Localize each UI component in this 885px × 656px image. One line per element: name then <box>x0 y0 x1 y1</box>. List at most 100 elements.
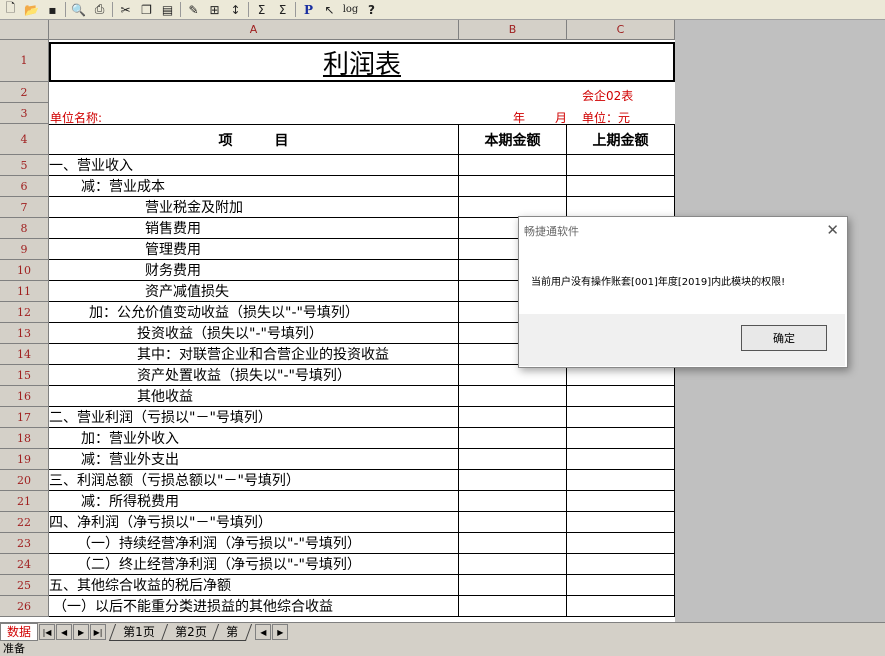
current-amount-cell[interactable] <box>459 197 567 218</box>
current-amount-cell[interactable] <box>459 554 567 575</box>
current-amount-cell[interactable] <box>459 428 567 449</box>
row-header[interactable]: 13 <box>0 323 49 344</box>
column-header-c[interactable]: C <box>567 20 675 40</box>
sheet-tab-3[interactable]: 第 <box>212 623 253 641</box>
item-cell[interactable]: 减：所得税费用 <box>49 491 459 512</box>
format-icon[interactable]: ✎ <box>183 1 204 18</box>
previous-amount-cell[interactable] <box>567 575 675 596</box>
item-cell[interactable]: 其中：对联营企业和合营企业的投资收益 <box>49 344 459 365</box>
row-header[interactable]: 20 <box>0 470 49 491</box>
open-folder-icon[interactable]: 📂 <box>21 1 42 18</box>
row-header[interactable]: 6 <box>0 176 49 197</box>
current-amount-cell[interactable] <box>459 596 567 617</box>
log-icon[interactable]: log <box>340 1 361 18</box>
item-cell[interactable]: 资产处置收益（损失以"-"号填列） <box>49 365 459 386</box>
row-header[interactable]: 9 <box>0 239 49 260</box>
item-cell[interactable]: 减：营业外支出 <box>49 449 459 470</box>
row-header[interactable]: 19 <box>0 449 49 470</box>
select-all-corner[interactable] <box>0 20 49 40</box>
cursor-icon[interactable]: ↖ <box>319 1 340 18</box>
item-cell[interactable]: 三、利润总额（亏损总额以"－"号填列） <box>49 470 459 491</box>
row-header[interactable]: 26 <box>0 596 49 617</box>
current-amount-cell[interactable] <box>459 470 567 491</box>
row-header[interactable]: 1 <box>0 40 49 82</box>
item-cell[interactable]: 其他收益 <box>49 386 459 407</box>
previous-amount-cell[interactable] <box>567 386 675 407</box>
row-header[interactable]: 11 <box>0 281 49 302</box>
sum-icon[interactable]: Σ <box>251 1 272 18</box>
close-icon[interactable]: ✕ <box>826 221 839 239</box>
row-header[interactable]: 22 <box>0 512 49 533</box>
previous-amount-cell[interactable] <box>567 596 675 617</box>
first-sheet-icon[interactable]: |◀ <box>39 624 56 640</box>
last-sheet-icon[interactable]: ▶| <box>90 624 107 640</box>
save-icon[interactable]: ▪ <box>42 1 63 18</box>
current-amount-cell[interactable] <box>459 365 567 386</box>
item-cell[interactable]: 管理费用 <box>49 239 459 260</box>
item-cell[interactable]: （一）以后不能重分类进损益的其他综合收益 <box>49 596 459 617</box>
row-header[interactable]: 18 <box>0 428 49 449</box>
previous-amount-cell[interactable] <box>567 470 675 491</box>
current-amount-cell[interactable] <box>459 155 567 176</box>
column-header-a[interactable]: A <box>49 20 459 40</box>
previous-amount-cell[interactable] <box>567 512 675 533</box>
item-cell[interactable]: 营业税金及附加 <box>49 197 459 218</box>
sheet-tab-1[interactable]: 第1页 <box>108 623 169 641</box>
data-mode-tab[interactable]: 数据 <box>0 623 39 641</box>
next-sheet-icon[interactable]: ▶ <box>73 624 90 640</box>
item-cell[interactable]: （一）持续经营净利润（净亏损以"-"号填列） <box>49 533 459 554</box>
row-header[interactable]: 10 <box>0 260 49 281</box>
item-cell[interactable]: 五、其他综合收益的税后净额 <box>49 575 459 596</box>
header-item[interactable]: 项 目 <box>49 124 459 155</box>
item-cell[interactable]: 加：公允价值变动收益（损失以"-"号填列） <box>49 302 459 323</box>
previous-amount-cell[interactable] <box>567 407 675 428</box>
item-cell[interactable]: 资产减值损失 <box>49 281 459 302</box>
row-header[interactable]: 7 <box>0 197 49 218</box>
previous-amount-cell[interactable] <box>567 176 675 197</box>
current-amount-cell[interactable] <box>459 491 567 512</box>
row-header[interactable]: 2 <box>0 82 49 103</box>
cut-icon[interactable]: ✂ <box>115 1 136 18</box>
column-header-b[interactable]: B <box>459 20 567 40</box>
row-header[interactable]: 12 <box>0 302 49 323</box>
report-title[interactable]: 利润表 <box>49 42 675 82</box>
previous-amount-cell[interactable] <box>567 428 675 449</box>
print-preview-icon[interactable]: 🔍 <box>68 1 89 18</box>
row-header[interactable]: 15 <box>0 365 49 386</box>
help-icon[interactable]: ? <box>361 1 382 18</box>
row-header[interactable]: 5 <box>0 155 49 176</box>
previous-amount-cell[interactable] <box>567 533 675 554</box>
ok-button[interactable]: 确定 <box>741 325 827 351</box>
previous-amount-cell[interactable] <box>567 491 675 512</box>
print-icon[interactable]: ⎙ <box>89 1 110 18</box>
previous-amount-cell[interactable] <box>567 554 675 575</box>
tab-scroll-left-icon[interactable]: ◀ <box>255 624 272 640</box>
item-cell[interactable]: （二）终止经营净利润（净亏损以"-"号填列） <box>49 554 459 575</box>
item-cell[interactable]: 财务费用 <box>49 260 459 281</box>
p-icon[interactable]: P <box>298 1 319 18</box>
current-amount-cell[interactable] <box>459 176 567 197</box>
item-cell[interactable]: 一、营业收入 <box>49 155 459 176</box>
sheet-tab-2[interactable]: 第2页 <box>160 623 221 641</box>
current-amount-cell[interactable] <box>459 512 567 533</box>
current-amount-cell[interactable] <box>459 386 567 407</box>
row-header[interactable]: 8 <box>0 218 49 239</box>
current-amount-cell[interactable] <box>459 449 567 470</box>
item-cell[interactable]: 四、净利润（净亏损以"－"号填列） <box>49 512 459 533</box>
current-amount-cell[interactable] <box>459 575 567 596</box>
row-header[interactable]: 14 <box>0 344 49 365</box>
item-cell[interactable]: 销售费用 <box>49 218 459 239</box>
item-cell[interactable]: 二、营业利润（亏损以"－"号填列） <box>49 407 459 428</box>
paste-icon[interactable]: ▤ <box>157 1 178 18</box>
row-header[interactable]: 3 <box>0 103 49 124</box>
row-header[interactable]: 25 <box>0 575 49 596</box>
previous-amount-cell[interactable] <box>567 449 675 470</box>
header-current-amount[interactable]: 本期金额 <box>459 124 567 155</box>
header-previous-amount[interactable]: 上期金额 <box>567 124 675 155</box>
current-amount-cell[interactable] <box>459 533 567 554</box>
sum-dropdown-icon[interactable]: Σ <box>272 1 293 18</box>
item-cell[interactable]: 投资收益（损失以"-"号填列） <box>49 323 459 344</box>
fill-icon[interactable]: ⊞ <box>204 1 225 18</box>
copy-icon[interactable]: ❐ <box>136 1 157 18</box>
tab-scroll-right-icon[interactable]: ▶ <box>272 624 289 640</box>
